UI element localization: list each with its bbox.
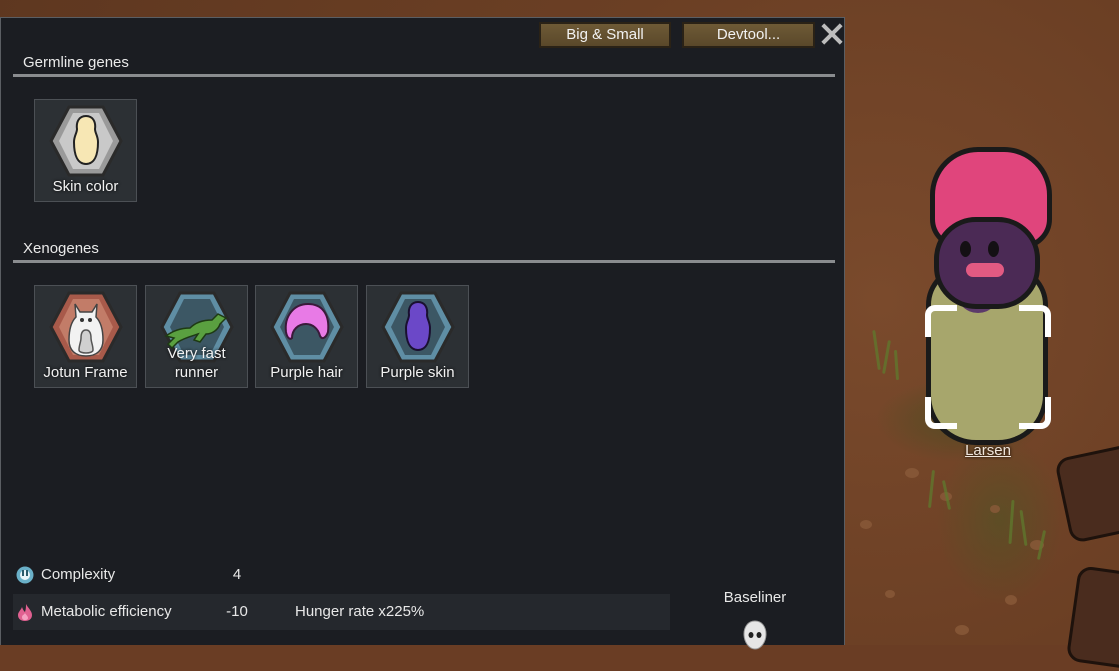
big-and-small-button[interactable]: Big & Small (539, 22, 671, 48)
purple-skin-icon (381, 291, 455, 363)
purple-hair-icon (270, 291, 344, 363)
pawn-eye (988, 241, 999, 257)
gene-tile-purple-hair[interactable]: Purple hair (255, 285, 358, 388)
stat-name: Metabolic efficiency (41, 603, 172, 620)
selection-brackets (925, 305, 1051, 429)
xenotype-label: Baseliner (723, 589, 787, 606)
complexity-icon (16, 566, 34, 584)
stat-name: Complexity (41, 566, 116, 583)
stat-value: 4 (232, 566, 242, 583)
metabolism-icon (18, 604, 32, 621)
germline-genes-title: Germline genes (23, 54, 129, 71)
dirt-pebble (905, 468, 919, 478)
devtool-button[interactable]: Devtool... (682, 22, 815, 48)
dirt-pebble (860, 520, 872, 529)
gene-label: Purple skin (380, 364, 455, 381)
jotun-frame-icon (49, 291, 123, 363)
genes-window: Big & Small Devtool... Germline genes Sk… (0, 17, 845, 650)
stat-row-metabolic-efficiency: Metabolic efficiency -10 Hunger rate x22… (13, 594, 670, 630)
gene-label: Jotun Frame (43, 364, 128, 381)
pawn-eye (960, 241, 971, 257)
skin-color-icon (49, 105, 123, 177)
baseliner-icon[interactable] (742, 620, 768, 650)
dirt-pebble (885, 590, 895, 598)
stat-row-complexity: Complexity 4 (13, 557, 670, 593)
close-icon[interactable] (819, 21, 845, 47)
dirt-pebble (1005, 595, 1017, 605)
gene-label: Skin color (52, 178, 119, 195)
gene-tile-purple-skin[interactable]: Purple skin (366, 285, 469, 388)
stat-description: Hunger rate x225% (295, 603, 425, 620)
dirt-pebble (990, 505, 1000, 513)
stat-value: -10 (226, 603, 248, 620)
pawn-name-label[interactable]: Larsen (948, 442, 1028, 459)
gene-tile-jotun-frame[interactable]: Jotun Frame (34, 285, 137, 388)
gene-label: Very fast runner (167, 345, 226, 381)
gene-label: Purple hair (270, 364, 343, 381)
xenogenes-title: Xenogenes (23, 240, 99, 257)
gene-tile-skin-color[interactable]: Skin color (34, 99, 137, 202)
gene-tile-very-fast-runner[interactable]: Very fast runner (145, 285, 248, 388)
dirt-pebble (955, 625, 969, 635)
pawn-mustache (966, 263, 1004, 277)
section-divider (13, 260, 835, 263)
section-divider (13, 74, 835, 77)
